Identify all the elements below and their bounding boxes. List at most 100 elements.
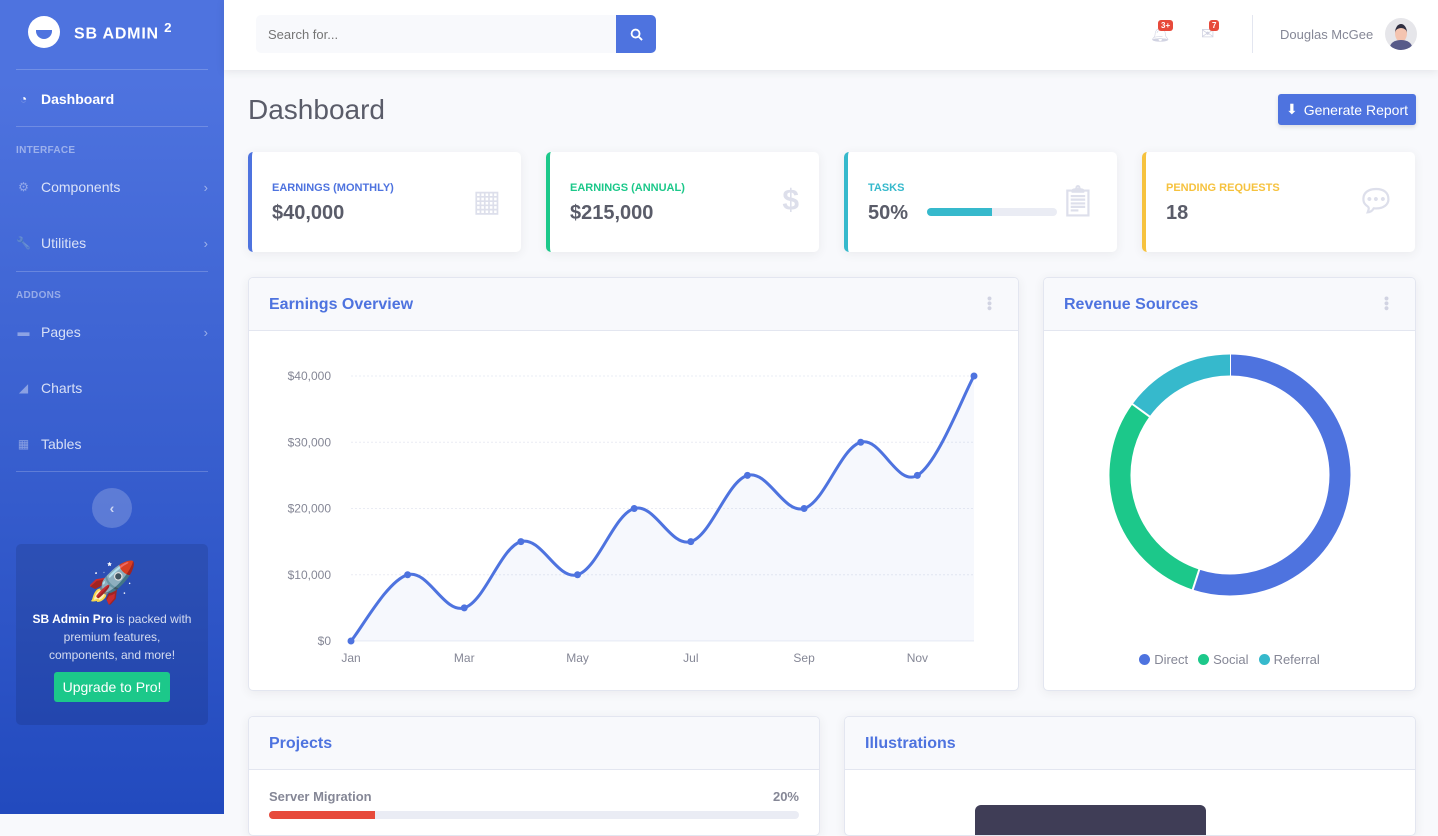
dollar-icon: $ — [782, 184, 799, 217]
stat-value: $40,000 — [272, 202, 345, 224]
calendar-icon: ▦ — [472, 185, 501, 218]
project-progress-bar — [269, 811, 799, 819]
chevron-right-icon: › — [203, 179, 208, 195]
data-point[interactable] — [970, 372, 978, 380]
y-tick-label: $20,000 — [288, 502, 332, 516]
label: Components — [41, 179, 121, 195]
x-tick-label: Mar — [454, 651, 475, 665]
label: Dashboard — [41, 91, 115, 107]
sidebar-item-pages[interactable]: ▬ Pages › — [16, 324, 209, 340]
y-tick-label: $30,000 — [288, 435, 332, 449]
brand-logo[interactable]: SB ADMIN 2 — [28, 16, 172, 48]
tasks-progress-bar — [927, 208, 1057, 216]
donut-slice-social[interactable] — [1109, 404, 1200, 590]
search-input[interactable] — [256, 15, 616, 53]
stat-label: Earnings (Monthly) — [272, 182, 394, 194]
alerts-button[interactable]: 🔔︎ 3+ — [1150, 20, 1174, 44]
clipboard-icon: 📋︎ — [1058, 185, 1097, 218]
stat-label: Pending Requests — [1166, 182, 1280, 194]
divider — [16, 471, 208, 472]
divider — [16, 126, 208, 127]
more-options-icon[interactable]: ••• — [1379, 296, 1395, 311]
data-point[interactable] — [517, 538, 525, 546]
donut-slice-direct[interactable] — [1192, 354, 1351, 596]
sidebar-item-dashboard[interactable]: ◔ Dashboard — [16, 91, 208, 107]
messages-button[interactable]: ✉ 7 — [1201, 20, 1220, 44]
y-tick-label: $10,000 — [288, 568, 332, 582]
sidebar-item-components[interactable]: ⚙ Components › — [16, 179, 208, 195]
earnings-area-chart: $0 $10,000 $20,000 $30,000 $40,000 Jan Mar May J… — [288, 369, 978, 665]
chevron-right-icon: › — [203, 235, 208, 251]
data-point[interactable] — [574, 571, 582, 579]
rocket-icon: 🚀 — [87, 561, 137, 605]
data-point[interactable] — [913, 471, 921, 479]
sidebar-item-charts[interactable]: ◢ Charts — [16, 380, 208, 396]
promo-card: 🚀 SB Admin Pro is packed with premium fe… — [16, 544, 208, 725]
laugh-wink-icon — [28, 16, 60, 48]
user-name: Douglas McGee — [1280, 26, 1374, 42]
upgrade-button[interactable]: Upgrade to Pro! — [53, 672, 171, 702]
brand-text: SB ADMIN — [74, 25, 159, 43]
projects-card: Projects Server Migration 20% — [248, 716, 820, 836]
legend-referral: Referral — [1258, 652, 1320, 667]
chevron-left-icon: ‹ — [109, 500, 115, 516]
x-tick-label: Nov — [907, 651, 928, 665]
label: Pages — [41, 324, 81, 340]
promo-text: SB Admin Pro is packed with premium feat… — [32, 612, 192, 662]
stat-value: 18 — [1166, 202, 1189, 224]
data-point[interactable] — [743, 471, 751, 479]
search-button[interactable] — [616, 15, 656, 53]
x-tick-label: Jul — [683, 651, 698, 665]
y-tick-label: $40,000 — [288, 369, 332, 383]
chevron-right-icon: › — [203, 324, 208, 340]
alerts-badge: 3+ — [1158, 20, 1174, 31]
data-point[interactable] — [460, 604, 468, 612]
data-point[interactable] — [347, 637, 355, 645]
data-point[interactable] — [800, 505, 808, 512]
revenue-donut-chart — [1109, 354, 1351, 596]
search-icon — [630, 28, 643, 41]
project-item: Server Migration 20% — [269, 789, 799, 804]
x-tick-label: Jan — [341, 651, 360, 665]
data-point[interactable] — [687, 538, 695, 546]
stat-label: Earnings (Annual) — [570, 182, 685, 194]
stat-card-earnings-annual: Earnings (Annual) $215,000 $ — [546, 152, 819, 252]
card-title: Revenue Sources — [1064, 296, 1199, 313]
label: Utilities — [41, 235, 87, 251]
stat-card-pending-requests: Pending Requests 18 💬︎ — [1142, 152, 1415, 252]
donut-slice-referral[interactable] — [1132, 354, 1231, 417]
chart-area-icon: ◢ — [18, 381, 29, 395]
divider — [16, 69, 208, 70]
card-title: Projects — [269, 735, 333, 752]
table-icon: ▦ — [17, 437, 30, 451]
sidebar-toggle-button[interactable]: ‹ — [92, 488, 132, 528]
tachometer-icon: ◔ — [19, 92, 28, 106]
folder-icon: ▬ — [17, 325, 30, 339]
topbar: 🔔︎3+ ✉7 Douglas McGee — [224, 0, 1438, 70]
label: Charts — [41, 380, 83, 396]
data-point[interactable] — [630, 505, 638, 512]
sidebar: SB ADMIN 2 ◔ Dashboard INTERFACE ⚙ Compone… — [0, 0, 224, 814]
cog-icon: ⚙ — [18, 180, 29, 194]
data-point[interactable] — [857, 438, 865, 446]
data-point[interactable] — [404, 571, 412, 579]
brand-sup: 2 — [164, 20, 173, 36]
sidebar-item-utilities[interactable]: 🔧 Utilities › — [16, 235, 208, 251]
stat-value: 50% — [868, 202, 909, 224]
generate-report-button[interactable]: ⬇ Generate Report — [1278, 94, 1416, 125]
messages-badge: 7 — [1209, 20, 1220, 31]
sidebar-item-tables[interactable]: ▦ Tables — [16, 436, 208, 452]
earnings-overview-card: Earnings Overview ••• $0 $10,000 $20,000 $30… — [248, 277, 1019, 691]
revenue-sources-card: Revenue Sources ••• Direct Social Referra… — [1043, 277, 1416, 691]
y-tick-label: $0 — [318, 634, 332, 648]
legend-direct: Direct — [1139, 652, 1188, 667]
x-tick-label: Sep — [793, 651, 815, 665]
x-tick-label: May — [566, 651, 589, 665]
sidebar-heading-interface: INTERFACE — [16, 145, 76, 156]
card-title: Illustrations — [865, 735, 956, 752]
label: Tables — [41, 436, 82, 452]
more-options-icon[interactable]: ••• — [982, 296, 998, 311]
topbar-divider — [1252, 15, 1253, 53]
user-menu[interactable]: Douglas McGee — [1280, 18, 1418, 50]
label: Generate Report — [1303, 101, 1409, 118]
